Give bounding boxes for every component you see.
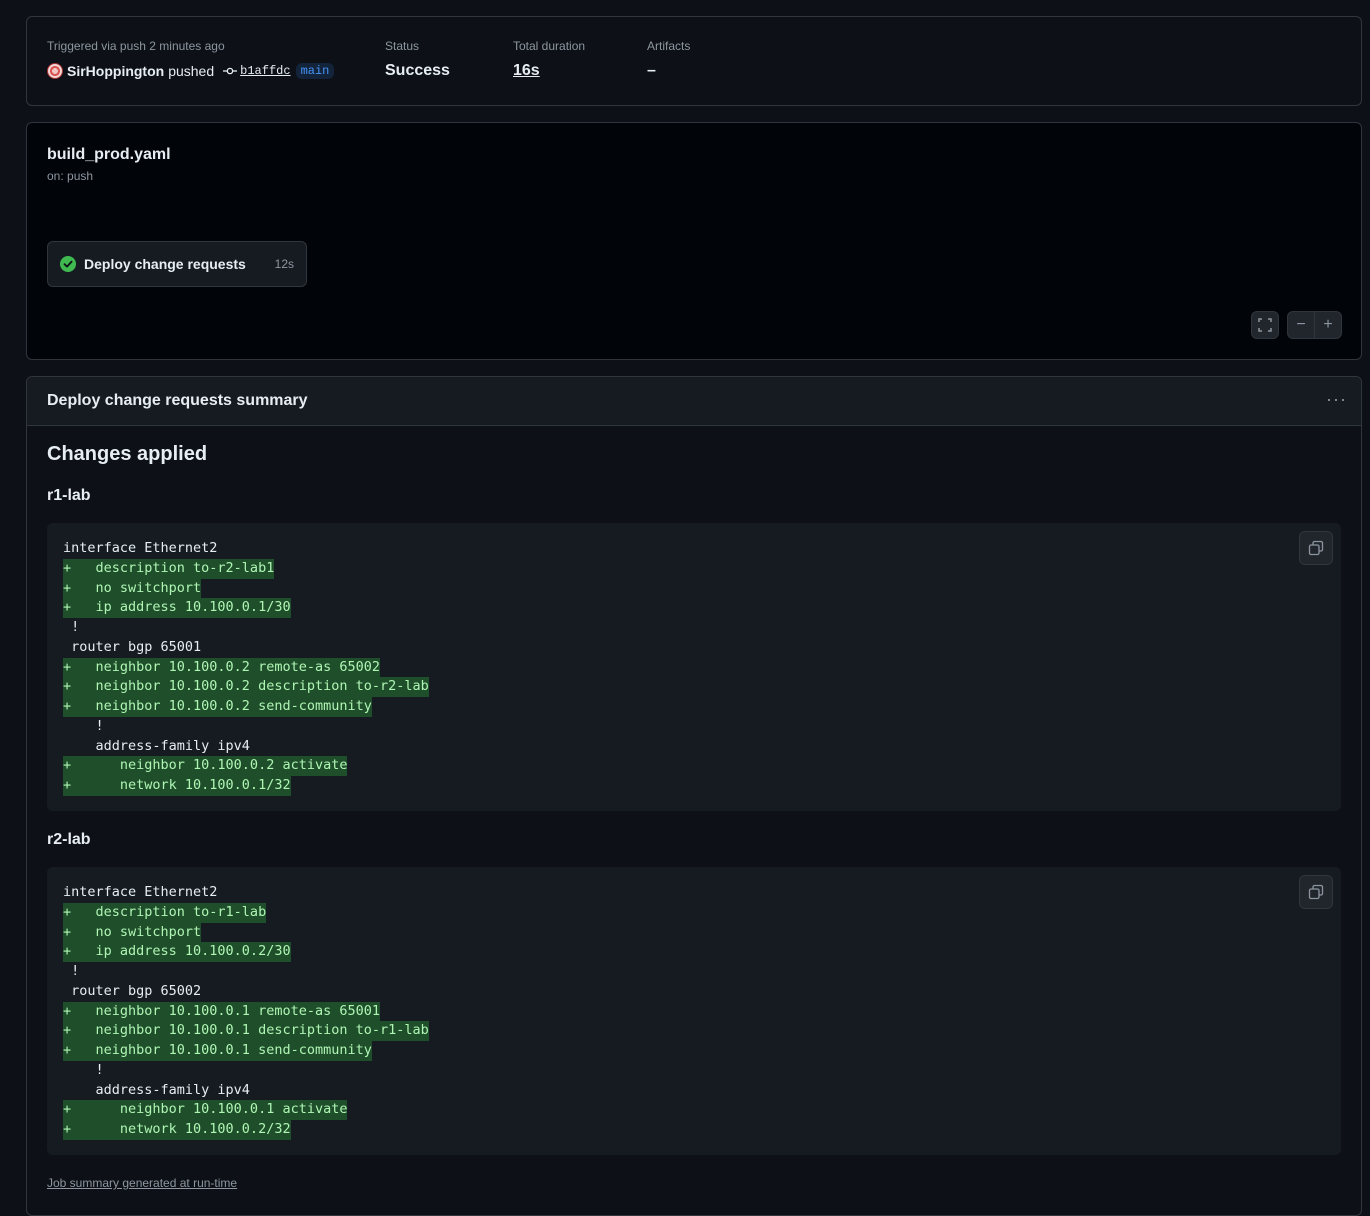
diff-added-line: + no switchport	[63, 578, 202, 599]
copy-button[interactable]	[1299, 531, 1333, 565]
changes-heading: Changes applied	[47, 443, 208, 465]
job-name: Deploy change requests	[84, 256, 246, 272]
workflow-file-name: build_prod.yaml	[47, 146, 171, 163]
copy-icon	[1308, 884, 1324, 900]
diff-added-line: + network 10.100.0.2/32	[63, 1120, 291, 1140]
summary-footer-link[interactable]: Job summary generated at run-time	[47, 1176, 237, 1190]
status-label: Status	[385, 39, 420, 53]
git-commit-icon	[223, 67, 238, 75]
diff-added-line: + neighbor 10.100.0.2 send-community	[63, 697, 372, 717]
kebab-menu-icon[interactable]: ···	[1326, 389, 1347, 410]
copy-button[interactable]	[1299, 875, 1333, 909]
code-line: !	[63, 619, 80, 635]
code-line: !	[63, 963, 80, 979]
minus-icon: −	[1296, 316, 1306, 333]
zoom-out-button[interactable]: −	[1287, 311, 1315, 339]
device-heading-r2: r2-lab	[47, 831, 91, 848]
copy-icon	[1308, 540, 1324, 556]
duration-label: Total duration	[513, 39, 586, 53]
diff-added-line: + neighbor 10.100.0.2 activate	[63, 756, 348, 776]
actor-name[interactable]: SirHoppington	[67, 63, 164, 79]
job-card-deploy-change-requests[interactable]: Deploy change requests 12s	[47, 241, 307, 287]
device-heading-r1: r1-lab	[47, 487, 91, 504]
diff-added-line: + network 10.100.0.1/32	[63, 776, 291, 796]
diff-added-line: + description to-r1-lab	[63, 902, 267, 923]
diff-added-line: + description to-r2-lab1	[63, 558, 275, 579]
workflow-trigger: on: push	[47, 169, 94, 183]
code-line: router bgp 65002	[63, 982, 202, 999]
diff-added-line: + ip address 10.100.0.2/30	[63, 942, 291, 962]
success-check-icon	[60, 256, 76, 272]
code-line: address-family ipv4	[63, 1081, 250, 1098]
diff-added-line: + neighbor 10.100.0.1 remote-as 65001	[63, 1001, 380, 1022]
diff-added-line: + neighbor 10.100.0.1 description to-r1-…	[63, 1021, 429, 1041]
trigger-label: Triggered via push 2 minutes ago	[47, 39, 225, 53]
artifacts-value: –	[647, 62, 656, 79]
zoom-in-button[interactable]: +	[1314, 311, 1342, 339]
duration-value-link[interactable]: 16s	[513, 62, 540, 80]
summary-header: Deploy change requests summary ···	[27, 377, 1361, 426]
status-value: Success	[385, 62, 450, 79]
code-line: !	[63, 717, 104, 734]
branch-badge[interactable]: main	[295, 63, 335, 79]
plus-icon: +	[1323, 316, 1333, 333]
diff-added-line: + no switchport	[63, 922, 202, 943]
diff-added-line: + ip address 10.100.0.1/30	[63, 598, 291, 618]
trigger-row: SirHoppington pushed b1affdc main	[47, 63, 335, 79]
code-line: interface Ethernet2	[63, 884, 218, 900]
push-action-text: pushed	[168, 63, 215, 79]
code-lines-r2: interface Ethernet2 + description to-r1-l…	[63, 883, 1325, 1140]
commit-sha-link[interactable]: b1affdc	[240, 64, 290, 78]
code-lines-r1: interface Ethernet2 + description to-r2-l…	[63, 539, 1325, 796]
fullscreen-icon	[1258, 318, 1272, 332]
avatar[interactable]	[47, 63, 63, 79]
run-overview-card: Triggered via push 2 minutes ago SirHopp…	[26, 16, 1362, 106]
code-line: address-family ipv4	[63, 737, 250, 754]
summary-title: Deploy change requests summary	[47, 392, 308, 409]
code-line: interface Ethernet2	[63, 540, 218, 556]
diff-added-line: + neighbor 10.100.0.1 send-community	[63, 1041, 372, 1061]
fullscreen-button[interactable]	[1251, 311, 1279, 339]
artifacts-label: Artifacts	[647, 39, 691, 53]
diff-added-line: + neighbor 10.100.0.2 description to-r2-…	[63, 677, 429, 697]
job-duration: 12s	[274, 257, 294, 271]
code-block-r1: interface Ethernet2 + description to-r2-l…	[47, 523, 1341, 811]
code-line: !	[63, 1061, 104, 1078]
code-line: router bgp 65001	[63, 638, 202, 655]
diff-added-line: + neighbor 10.100.0.1 activate	[63, 1100, 348, 1120]
diff-added-line: + neighbor 10.100.0.2 remote-as 65002	[63, 657, 380, 678]
workflow-graph-card: build_prod.yaml on: push Deploy change r…	[26, 122, 1362, 360]
code-block-r2: interface Ethernet2 + description to-r1-l…	[47, 867, 1341, 1155]
job-summary-card: Deploy change requests summary ··· Chang…	[26, 376, 1362, 1216]
